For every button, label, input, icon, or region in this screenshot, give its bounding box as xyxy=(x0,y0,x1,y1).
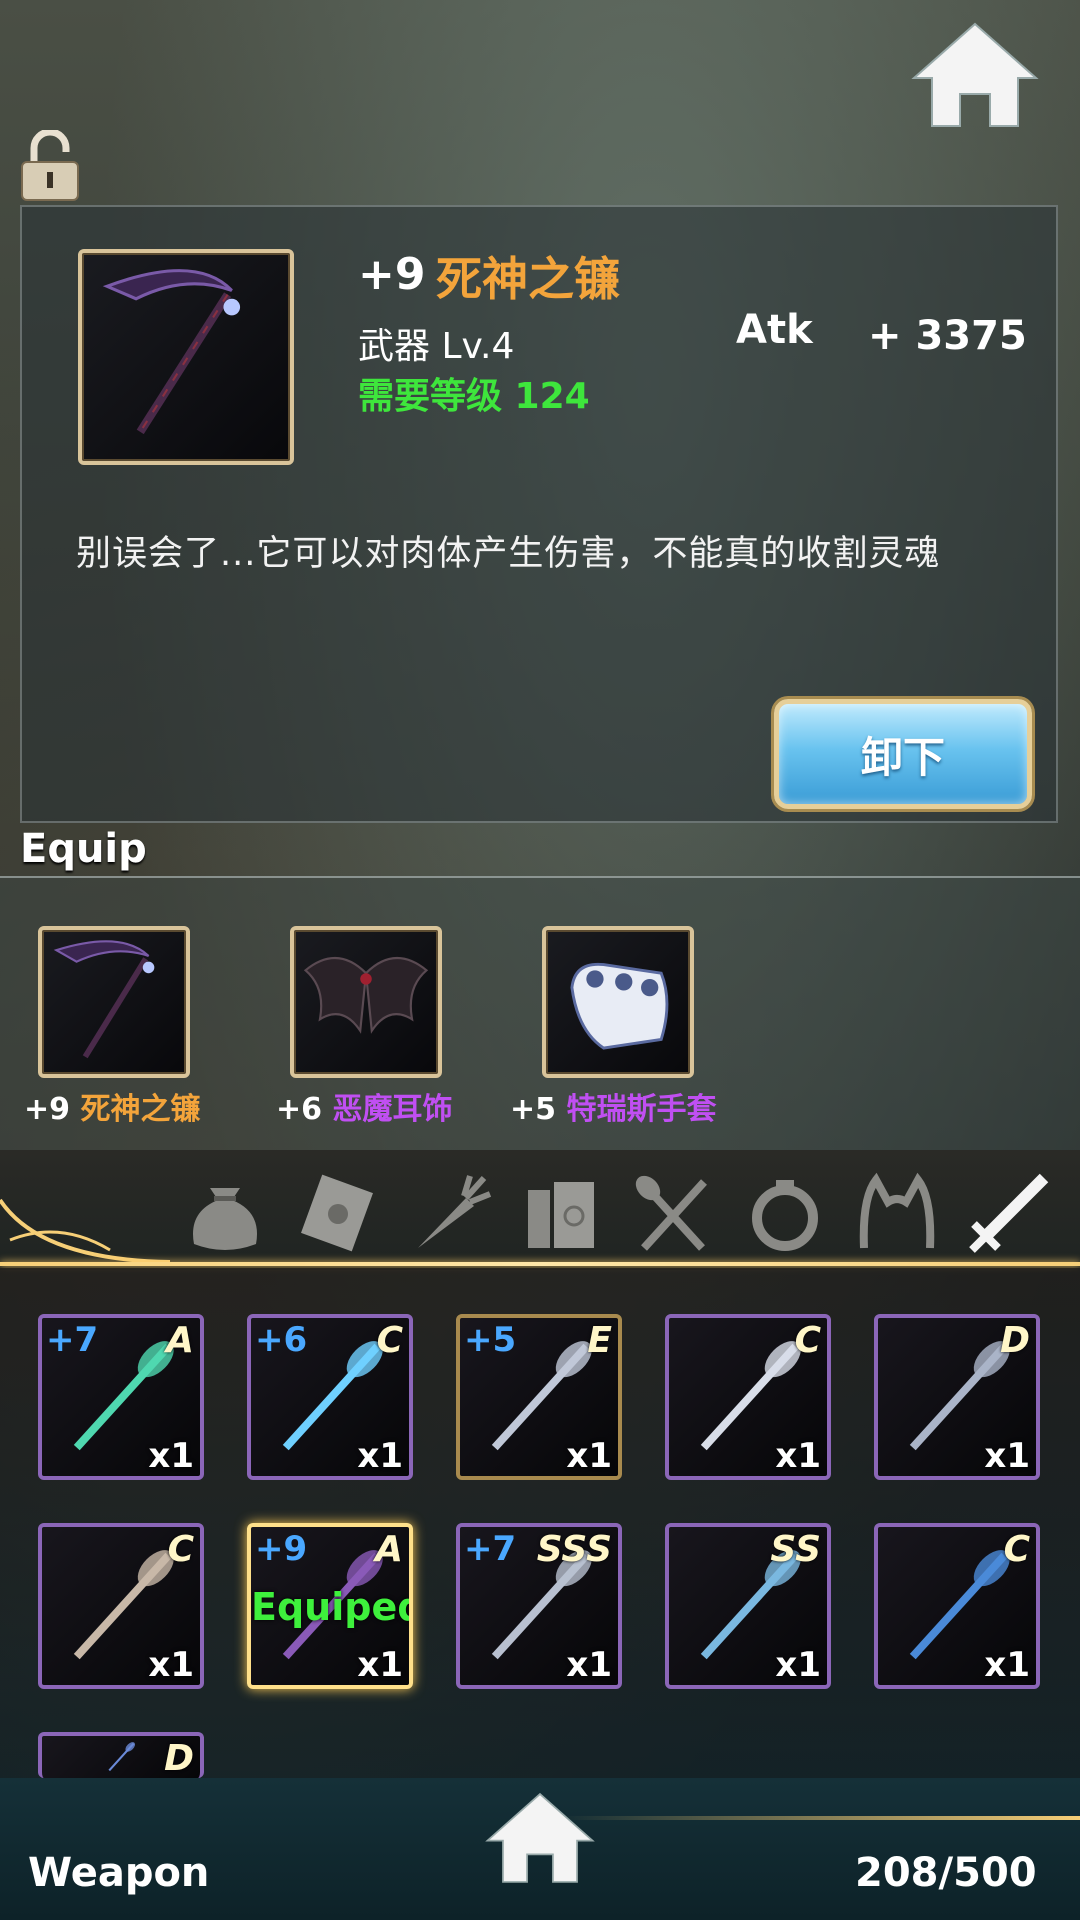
inventory-item[interactable]: +9 Ax1 Equiped xyxy=(247,1523,413,1689)
unlocked-padlock-icon[interactable] xyxy=(20,128,84,202)
unequip-button[interactable]: 卸下 xyxy=(774,699,1032,809)
tab-scroll-icon[interactable] xyxy=(292,1168,382,1258)
ornament-swirl xyxy=(0,1198,171,1264)
category-tab-bar xyxy=(0,1150,1080,1270)
tab-carrot-icon[interactable] xyxy=(404,1168,494,1258)
item-grade: E xyxy=(587,1320,612,1361)
item-enhance-level: +5 xyxy=(464,1320,517,1360)
item-enhance-level: +7 xyxy=(46,1320,99,1360)
demon-wing-earring-icon xyxy=(303,957,429,1034)
equip-slot-weapon[interactable] xyxy=(38,926,190,1078)
stat-label: Atk xyxy=(736,307,813,353)
inventory-item[interactable]: D xyxy=(38,1732,204,1778)
tab-underline-divider xyxy=(0,1262,1080,1266)
tab-sword-icon[interactable] xyxy=(964,1168,1054,1258)
equip-slot-gloves-label: +5 特瑞斯手套 xyxy=(510,1092,717,1127)
item-required-level: 需要等级 124 xyxy=(358,376,590,417)
item-quantity: x1 xyxy=(566,1645,612,1685)
item-enhance-level: +9 xyxy=(255,1529,308,1569)
item-grade: A xyxy=(375,1529,403,1570)
item-quantity: x1 xyxy=(357,1645,403,1685)
item-type-level: 武器 Lv.4 xyxy=(358,326,515,367)
item-description: 别误会了...它可以对肉体产生伤害，不能真的收割灵魂 xyxy=(76,534,941,574)
item-grade: D xyxy=(1000,1320,1030,1361)
inventory-item[interactable]: Cx1 xyxy=(38,1523,204,1689)
inventory-item[interactable]: +7 SSS x1 xyxy=(456,1523,622,1689)
equip-section-title: Equip xyxy=(20,826,147,872)
item-quantity: x1 xyxy=(984,1645,1030,1685)
equipped-badge: Equiped xyxy=(251,1585,413,1629)
inventory-item[interactable]: +7 Ax1 xyxy=(38,1314,204,1480)
item-quantity: x1 xyxy=(775,1436,821,1476)
item-quantity: x1 xyxy=(148,1645,194,1685)
item-enhance-level: +6 xyxy=(255,1320,308,1360)
equip-slot-gloves[interactable] xyxy=(542,926,694,1078)
item-grade: C xyxy=(794,1320,821,1361)
item-grade: D xyxy=(164,1738,194,1778)
equip-slot-weapon-label: +9 死神之镰 xyxy=(24,1092,201,1127)
item-grade: SSS xyxy=(536,1529,612,1570)
gauntlet-icon xyxy=(570,962,669,1050)
tab-money-bag-icon[interactable] xyxy=(180,1168,270,1258)
inventory-item[interactable]: Dx1 xyxy=(874,1314,1040,1480)
equipped-items-panel: +9 死神之镰 +6 恶魔耳饰 +5 特瑞斯手套 xyxy=(0,876,1080,1152)
equip-slot-earring[interactable] xyxy=(290,926,442,1078)
scythe-icon xyxy=(53,940,155,1059)
equip-slot-earring-label: +6 恶魔耳饰 xyxy=(276,1092,453,1127)
bottom-divider xyxy=(560,1816,1080,1820)
item-quantity: x1 xyxy=(148,1436,194,1476)
item-grade: C xyxy=(1003,1529,1030,1570)
item-name: 死神之镰 xyxy=(436,252,620,306)
item-enhance-level: +9 xyxy=(358,249,426,300)
item-grade: C xyxy=(167,1529,194,1570)
item-quantity: x1 xyxy=(984,1436,1030,1476)
home-icon[interactable] xyxy=(484,1790,596,1886)
inventory-item[interactable]: +6 Cx1 xyxy=(247,1314,413,1480)
inventory-item[interactable]: SS x1 xyxy=(665,1523,831,1689)
inventory-item[interactable]: Cx1 xyxy=(665,1314,831,1480)
item-grade: C xyxy=(376,1320,403,1361)
item-quantity: x1 xyxy=(357,1436,403,1476)
tab-books-icon[interactable] xyxy=(516,1168,606,1258)
inventory-item[interactable]: +5 Ex1 xyxy=(456,1314,622,1480)
stat-value: + 3375 xyxy=(868,313,1027,359)
inventory-grid: +7 Ax1 +6 Cx1 +5 Ex1 Cx1 Dx1 Cx1 +9 Ax1 Equiped +7 SS… xyxy=(0,1268,1080,1778)
item-grade: A xyxy=(166,1320,194,1361)
tab-spoon-fork-icon[interactable] xyxy=(628,1168,718,1258)
item-grade: SS xyxy=(770,1529,821,1570)
tab-ring-icon[interactable] xyxy=(740,1168,830,1258)
inventory-item[interactable]: Cx1 xyxy=(874,1523,1040,1689)
tab-cat-ears-headband-icon[interactable] xyxy=(852,1168,942,1258)
inventory-category-label: Weapon xyxy=(28,1850,210,1896)
inventory-count: 208/500 xyxy=(855,1850,1037,1896)
scythe-icon xyxy=(78,249,294,465)
item-quantity: x1 xyxy=(566,1436,612,1476)
item-quantity: x1 xyxy=(775,1645,821,1685)
item-enhance-level: +7 xyxy=(464,1529,517,1569)
item-detail-panel: +9 死神之镰 武器 Lv.4 需要等级 124 Atk + 3375 别误会了… xyxy=(20,205,1058,823)
home-icon[interactable] xyxy=(910,20,1040,130)
